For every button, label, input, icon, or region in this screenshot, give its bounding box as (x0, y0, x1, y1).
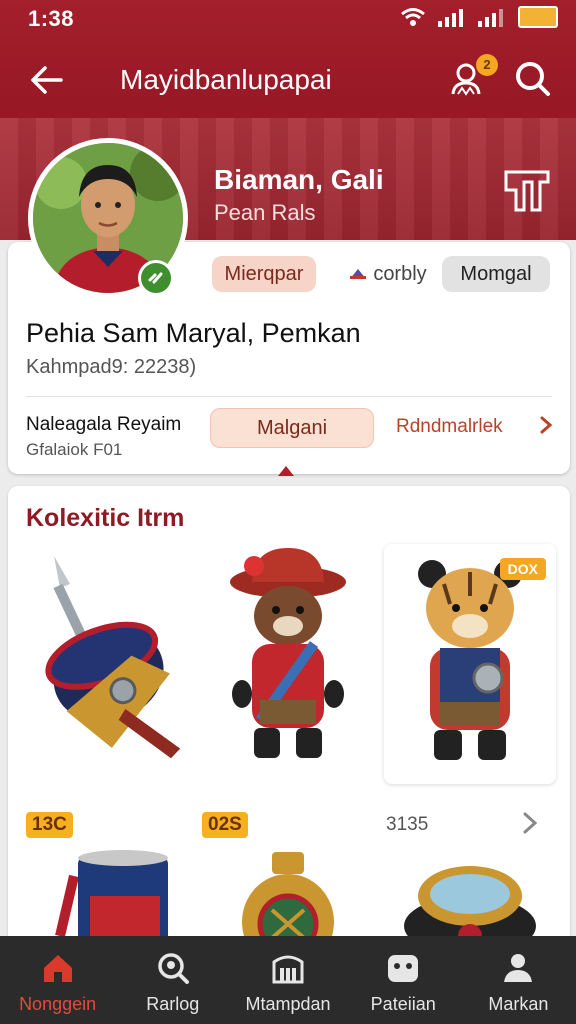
battery-icon (518, 6, 558, 28)
club-logo-icon (504, 170, 550, 212)
card-pointer (278, 466, 294, 476)
chip-country-label: corbly (373, 262, 427, 285)
stadium-icon (272, 955, 304, 984)
nav-label: Pateiian (370, 994, 436, 1014)
profile-subtitle: Pean Rals (214, 200, 316, 225)
nav-label: Nonggein (19, 994, 97, 1014)
price-label: 02S (202, 812, 248, 838)
search-button[interactable] (512, 58, 556, 102)
nav-search[interactable]: Rarlog (115, 936, 230, 1024)
player-full-name: Pehia Sam Maryal, Pemkan (26, 318, 361, 348)
signal-icon (438, 9, 463, 27)
bear-warrior-icon (230, 548, 346, 758)
chip-position-label: Momgal (460, 262, 532, 285)
wifi-icon (401, 8, 425, 26)
collection-item[interactable]: DOX (384, 544, 556, 784)
nav-profile[interactable]: Markan (461, 936, 576, 1024)
signal-icon-2 (478, 9, 503, 27)
search-icon (516, 62, 550, 96)
divider (26, 396, 552, 397)
game-icon (388, 955, 419, 982)
home-icon (43, 955, 72, 982)
action-button-label: Malgani (256, 416, 328, 439)
spear-shield-icon (45, 556, 181, 759)
flag-icon (350, 269, 367, 279)
profile-name: Biaman, Gali (214, 164, 384, 195)
chip-country[interactable]: corbly (338, 256, 438, 292)
status-time: 1:38 (28, 6, 75, 31)
check-icon (148, 272, 163, 284)
collection-item[interactable] (202, 544, 374, 784)
action-button[interactable]: Malgani (210, 408, 374, 448)
back-button[interactable] (24, 58, 68, 102)
friends-button[interactable]: 2 (446, 54, 498, 102)
status-bar: 1:38 (0, 0, 576, 38)
nav-label: Markan (488, 994, 549, 1014)
nav-label: Mtampdan (245, 994, 331, 1014)
chip-role[interactable]: Mierqpar (212, 256, 316, 292)
collection-item[interactable] (20, 544, 192, 784)
more-link[interactable]: Rdndmalrlek (396, 416, 503, 438)
nav-stadium[interactable]: Mtampdan (230, 936, 345, 1024)
chip-role-label: Mierqpar (224, 262, 304, 285)
tiger-warrior-icon (418, 560, 522, 760)
verified-badge (138, 260, 174, 296)
player-meta: Kahmpad9: 22238) (26, 356, 197, 378)
collection-section: Kolexitic Itrm DOX 13C 02S 3135 (8, 486, 570, 956)
club-subtitle: Gfalaiok F01 (26, 440, 123, 459)
item-tag: DOX (499, 558, 546, 580)
chevron-right-icon[interactable] (520, 810, 540, 836)
nav-label: Rarlog (146, 994, 200, 1014)
price-label: 13C (26, 812, 73, 838)
bottom-nav: Nonggein Rarlog Mtampdan Pateiian Markan (0, 936, 576, 1024)
price-label: 3135 (386, 814, 429, 835)
club-title: Naleagala Reyaim (26, 414, 182, 435)
notification-badge: 2 (476, 54, 498, 76)
search-person-icon (158, 953, 189, 984)
nav-game[interactable]: Pateiian (346, 936, 461, 1024)
chevron-right-icon[interactable] (538, 414, 554, 436)
top-bar: Mayidbanlupapai 2 (0, 50, 576, 110)
arrow-left-icon (31, 66, 63, 94)
profile-icon (504, 954, 533, 982)
page-title: Mayidbanlupapai (120, 64, 332, 95)
collection-title: Kolexitic Itrm (26, 504, 185, 532)
status-icons (400, 6, 558, 28)
nav-home[interactable]: Nonggein (0, 936, 115, 1024)
chip-position[interactable]: Momgal (442, 256, 550, 292)
